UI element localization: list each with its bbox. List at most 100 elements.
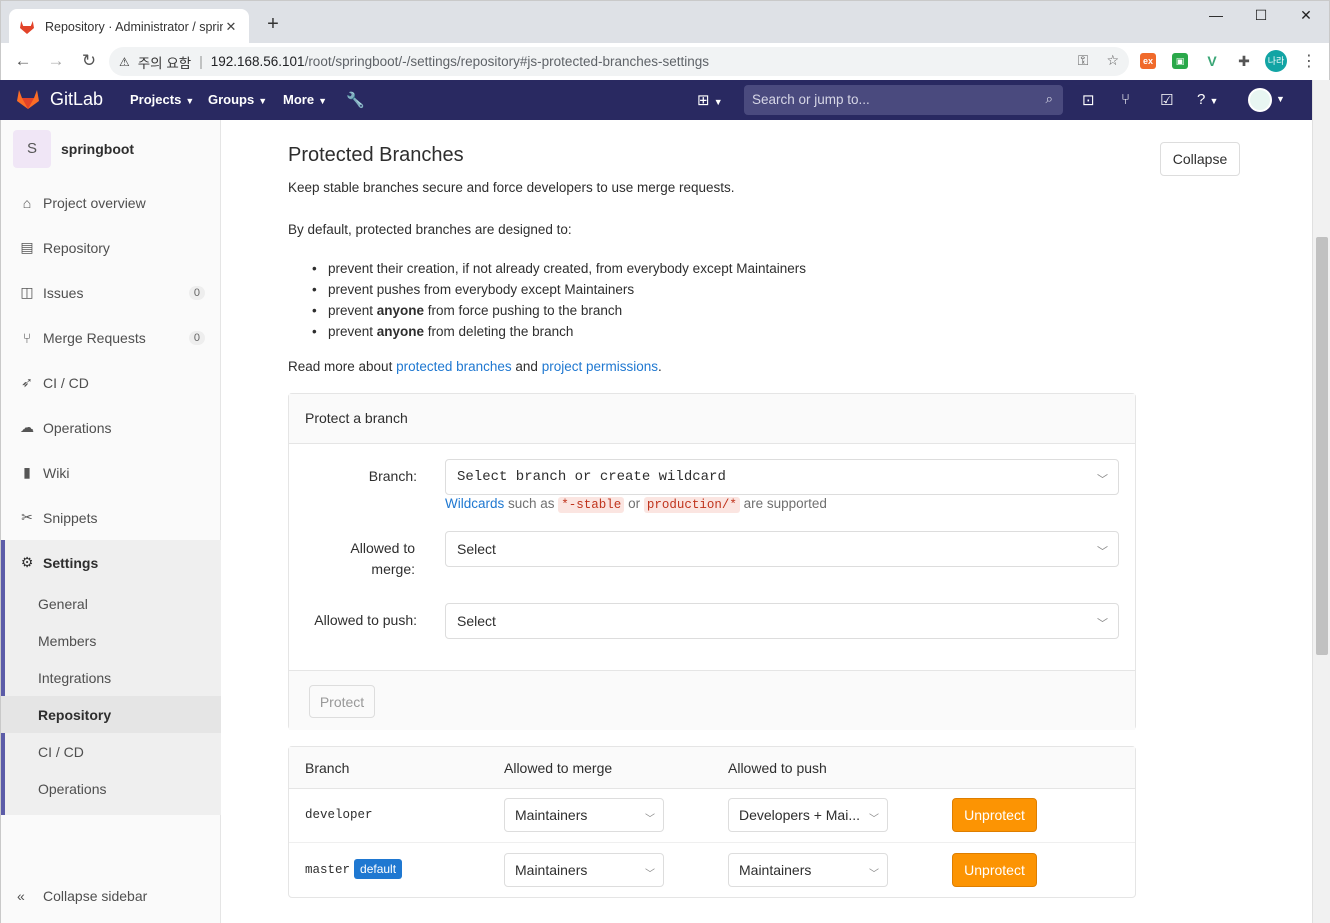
default-badge: default xyxy=(354,859,403,879)
back-icon[interactable]: ← xyxy=(13,51,33,71)
push-label: Allowed to push: xyxy=(314,612,417,628)
scissors-icon: ✂ xyxy=(21,509,33,525)
scrollbar-thumb[interactable] xyxy=(1316,237,1328,655)
new-item-icon[interactable]: ⊞ ▼ xyxy=(697,91,723,109)
chevron-down-icon: ﹀ xyxy=(1097,546,1108,558)
chevron-down-icon: ﹀ xyxy=(645,869,655,880)
protect-button[interactable]: Protect xyxy=(309,685,375,718)
close-tab-icon[interactable]: ✕ xyxy=(223,19,239,35)
help-icon[interactable]: ? ▼ xyxy=(1197,91,1218,108)
rocket-icon: ➶ xyxy=(21,374,33,390)
project-name: springboot xyxy=(61,141,135,157)
extension-icon[interactable]: ▣ xyxy=(1172,53,1188,69)
sidebar-item-project-overview[interactable]: ⌂ Project overview xyxy=(1,180,221,225)
sidebar-item-repository[interactable]: ▤ Repository xyxy=(1,225,221,270)
branch-label: Branch: xyxy=(368,468,417,484)
project-avatar: S xyxy=(13,130,51,168)
extension-icon[interactable]: ex xyxy=(1140,53,1156,69)
minimize-icon[interactable]: — xyxy=(1201,7,1231,27)
key-icon[interactable]: ⚿ xyxy=(1078,52,1089,69)
project-permissions-link[interactable]: project permissions xyxy=(542,359,658,374)
project-sidebar: S springboot ⌂ Project overview ▤ Reposito… xyxy=(0,120,221,923)
profile-avatar[interactable]: 나라 xyxy=(1265,50,1287,72)
column-header: Allowed to merge xyxy=(504,760,613,776)
default-intro: By default, protected branches are desig… xyxy=(288,222,572,237)
project-header[interactable]: S springboot xyxy=(13,130,134,168)
gitlab-logo[interactable]: GitLab xyxy=(16,88,103,110)
collapse-button[interactable]: Collapse xyxy=(1160,142,1240,176)
table-row: master default Maintainers ﹀ Maintainers ﹀ … xyxy=(289,843,1135,898)
sidebar-sub-operations[interactable]: Operations xyxy=(1,770,217,807)
collapse-sidebar-button[interactable]: «Collapse sidebar xyxy=(17,888,147,904)
cloud-icon: ☁ xyxy=(20,419,34,435)
todo-icon[interactable]: ☑ xyxy=(1160,91,1173,109)
wrench-icon[interactable]: 🔧 xyxy=(346,91,365,109)
allowed-to-merge-dropdown[interactable]: Select ﹀ xyxy=(445,531,1119,567)
new-tab-icon[interactable]: + xyxy=(263,13,283,36)
close-window-icon[interactable]: ✕ xyxy=(1291,7,1321,27)
user-avatar[interactable] xyxy=(1248,88,1272,112)
home-icon: ⌂ xyxy=(22,194,32,211)
unprotect-button[interactable]: Unprotect xyxy=(952,798,1037,832)
puzzle-icon[interactable]: ✚ xyxy=(1236,53,1252,69)
sidebar-item-issues[interactable]: ◫ Issues 0 xyxy=(1,270,221,315)
gitlab-favicon-icon xyxy=(20,20,34,34)
sidebar-sub-repository[interactable]: Repository xyxy=(1,696,221,733)
sidebar-sub-integrations[interactable]: Integrations xyxy=(1,659,217,696)
wildcards-link[interactable]: Wildcards xyxy=(445,496,504,511)
sidebar-item-settings[interactable]: ⚙ Settings xyxy=(1,540,217,585)
url-host: 192.168.56.101 xyxy=(210,54,305,69)
protected-branches-link[interactable]: protected branches xyxy=(396,359,512,374)
merge-request-icon[interactable]: ⑂ xyxy=(1121,91,1130,108)
security-label: 주의 요함 xyxy=(137,55,192,71)
branch-dropdown[interactable]: Select branch or create wildcard ﹀ xyxy=(445,459,1119,495)
page-scrollbar[interactable] xyxy=(1312,80,1330,923)
sidebar-sub-ci-cd[interactable]: CI / CD xyxy=(1,733,217,770)
nav-projects[interactable]: Projects ▼ xyxy=(130,92,194,107)
chevron-down-icon: ﹀ xyxy=(645,814,655,825)
nav-groups[interactable]: Groups ▼ xyxy=(208,92,267,107)
chevron-down-icon[interactable]: ▼ xyxy=(1276,94,1285,104)
merge-request-icon: ⑂ xyxy=(22,329,32,346)
sidebar-item-snippets[interactable]: ✂ Snippets xyxy=(1,495,221,540)
column-header: Branch xyxy=(305,760,350,776)
search-icon: ⌕ xyxy=(1045,91,1053,106)
reload-icon[interactable]: ↻ xyxy=(79,51,99,71)
vue-extension-icon[interactable]: V xyxy=(1204,53,1220,69)
maximize-icon[interactable]: ☐ xyxy=(1246,7,1276,27)
chevron-down-icon: ﹀ xyxy=(1097,475,1108,487)
brand-name: GitLab xyxy=(50,88,104,109)
merge-access-dropdown[interactable]: Maintainers ﹀ xyxy=(504,853,664,887)
sidebar-item-merge-requests[interactable]: ⑂ Merge Requests 0 xyxy=(1,315,221,360)
search-input[interactable]: Search or jump to... ⌕ xyxy=(744,85,1063,115)
sidebar-sub-members[interactable]: Members xyxy=(1,622,217,659)
allowed-to-push-dropdown[interactable]: Select ﹀ xyxy=(445,603,1119,639)
column-header: Allowed to push xyxy=(728,760,827,776)
table-header: Branch Allowed to merge Allowed to push xyxy=(289,747,1135,789)
list-item: prevent anyone from force pushing to the… xyxy=(312,300,806,321)
push-access-dropdown[interactable]: Developers + Mai... ﹀ xyxy=(728,798,888,832)
unprotect-button[interactable]: Unprotect xyxy=(952,853,1037,887)
section-intro: Keep stable branches secure and force de… xyxy=(288,180,735,195)
issues-count: 0 xyxy=(188,285,205,300)
push-access-dropdown[interactable]: Maintainers ﹀ xyxy=(728,853,888,887)
chevron-down-icon: ﹀ xyxy=(869,814,879,825)
merge-access-dropdown[interactable]: Maintainers ﹀ xyxy=(504,798,664,832)
sidebar-item-operations[interactable]: ☁ Operations xyxy=(1,405,221,450)
sidebar-sub-general[interactable]: General xyxy=(1,585,217,622)
browser-tab-bar: Repository · Administrator / springboot … xyxy=(0,0,1330,44)
browser-tab[interactable]: Repository · Administrator / springboot … xyxy=(9,9,249,44)
issues-icon[interactable]: ⊡ xyxy=(1082,91,1095,109)
tanuki-icon xyxy=(17,90,39,109)
sidebar-item-ci-cd[interactable]: ➶ CI / CD xyxy=(1,360,221,405)
url-path: /root/springboot/-/settings/repository#j… xyxy=(304,54,710,69)
browser-menu-icon[interactable]: ⋮ xyxy=(1301,51,1317,71)
forward-icon[interactable]: → xyxy=(46,51,66,71)
gitlab-header: GitLab Projects ▼ Groups ▼ More ▼ 🔧 ⊞ ▼ Sea… xyxy=(0,80,1312,120)
sidebar-item-wiki[interactable]: ▮ Wiki xyxy=(1,450,221,495)
book-icon: ▮ xyxy=(23,464,31,480)
nav-more[interactable]: More ▼ xyxy=(283,92,327,107)
chevron-down-icon: ﹀ xyxy=(869,869,879,880)
star-icon[interactable]: ☆ xyxy=(1106,52,1119,69)
url-field[interactable]: ⚠ 주의 요함 | 192.168.56.101/root/springboot… xyxy=(109,47,1129,76)
